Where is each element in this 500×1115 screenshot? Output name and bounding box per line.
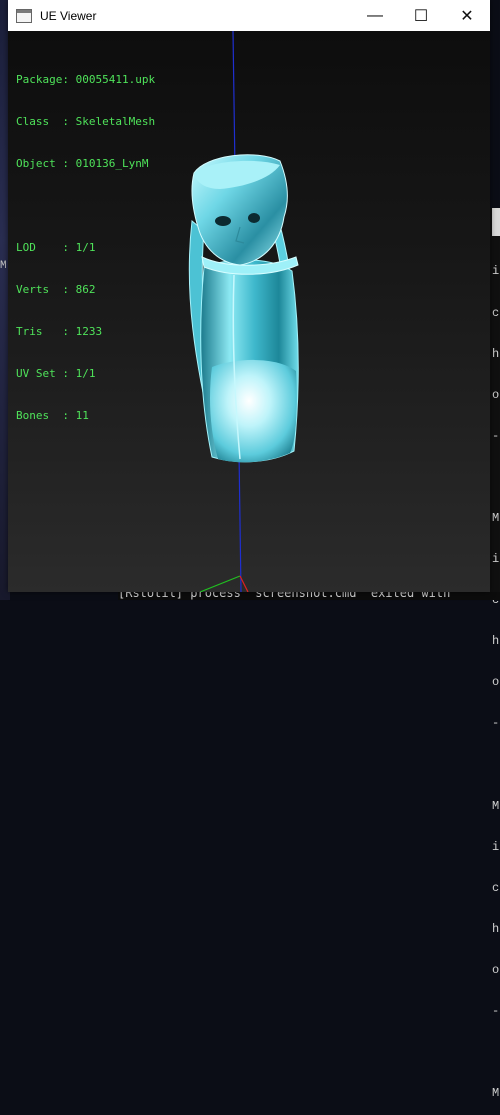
info-package-row: Package: 00055411.upk	[16, 73, 155, 87]
info-value: 862	[75, 283, 96, 296]
console-line: c	[492, 305, 500, 320]
info-label: Tris	[16, 325, 63, 338]
info-value: 010136_LynM	[75, 157, 149, 170]
info-label: LOD	[16, 241, 63, 254]
mesh-lower-highlight	[210, 359, 297, 463]
console-line: -	[492, 428, 500, 443]
console-line: -	[492, 716, 500, 731]
y-axis-line	[199, 575, 241, 592]
console-line: o	[492, 963, 500, 977]
console-line: i	[492, 264, 500, 279]
console-line: i	[492, 839, 500, 854]
info-lod-row: LOD : 1/1	[16, 241, 155, 255]
close-icon: ✕	[460, 7, 474, 25]
console-line: h	[492, 346, 500, 361]
info-separator: :	[62, 409, 76, 422]
info-label: Bones	[16, 409, 63, 422]
console-line: o	[492, 675, 500, 690]
info-uvset-row: UV Set : 1/1	[16, 367, 155, 381]
info-value: 1233	[75, 325, 103, 338]
console-line: -	[492, 1004, 500, 1019]
info-class-row: Class : SkeletalMesh	[16, 115, 155, 129]
info-value: SkeletalMesh	[75, 115, 156, 128]
maximize-button[interactable]: ☐	[398, 0, 444, 31]
minimize-icon: —	[367, 6, 383, 24]
maximize-icon: ☐	[413, 7, 429, 25]
info-value: 00055411.upk	[75, 73, 156, 86]
console-status-line: [RstUtil] process "screenshot.cmd" exite…	[118, 592, 451, 600]
close-button[interactable]: ✕	[444, 0, 490, 31]
title-bar[interactable]: UE Viewer — ☐ ✕	[8, 0, 490, 31]
mesh-info-overlay: Package: 00055411.upk Class : SkeletalMe…	[16, 45, 155, 451]
info-value: 1/1	[75, 367, 96, 380]
console-line: h	[492, 634, 500, 649]
info-value: 1/1	[75, 241, 96, 254]
info-label: UV Set	[16, 367, 63, 380]
console-line: h	[492, 921, 500, 936]
info-separator: :	[62, 73, 76, 86]
info-label: Verts	[16, 283, 63, 296]
info-label: Class	[16, 115, 63, 128]
background-console-scrollbar[interactable]	[492, 208, 500, 236]
console-line: c	[492, 880, 500, 895]
info-verts-row: Verts : 862	[16, 283, 155, 297]
console-line: M	[492, 510, 500, 525]
info-separator: :	[62, 283, 76, 296]
info-bones-row: Bones : 11	[16, 409, 155, 423]
background-console-text: i c h o - M i c h o - M i c h o - M	[492, 238, 500, 1115]
info-label: Package	[16, 73, 63, 86]
app-window-icon[interactable]	[16, 8, 32, 23]
info-object-row: Object : 010136_LynM	[16, 157, 155, 171]
info-tris-row: Tris : 1233	[16, 325, 155, 339]
info-separator: :	[62, 325, 76, 338]
info-separator: :	[62, 367, 76, 380]
background-console-bottom: [RstUtil] process "screenshot.cmd" exite…	[118, 592, 500, 600]
minimize-button[interactable]: —	[352, 0, 398, 31]
console-line: M	[492, 798, 500, 813]
info-separator: :	[62, 115, 76, 128]
mesh-left-eye	[215, 216, 231, 226]
window-title: UE Viewer	[40, 8, 97, 23]
console-line: i	[492, 552, 500, 567]
info-label: Object	[16, 157, 63, 170]
mesh-right-eye	[248, 213, 260, 223]
console-line: M	[492, 1086, 500, 1101]
3d-viewport[interactable]: Package: 00055411.upk Class : SkeletalMe…	[8, 31, 490, 592]
info-separator: :	[62, 241, 76, 254]
window-controls: — ☐ ✕	[352, 0, 490, 31]
info-value: 11	[75, 409, 89, 422]
info-separator: :	[62, 157, 76, 170]
ue-viewer-window[interactable]: UE Viewer — ☐ ✕ Package: 00055411.upk Cl…	[8, 0, 490, 592]
console-line: o	[492, 387, 500, 402]
background-window-letter: M	[0, 260, 7, 272]
